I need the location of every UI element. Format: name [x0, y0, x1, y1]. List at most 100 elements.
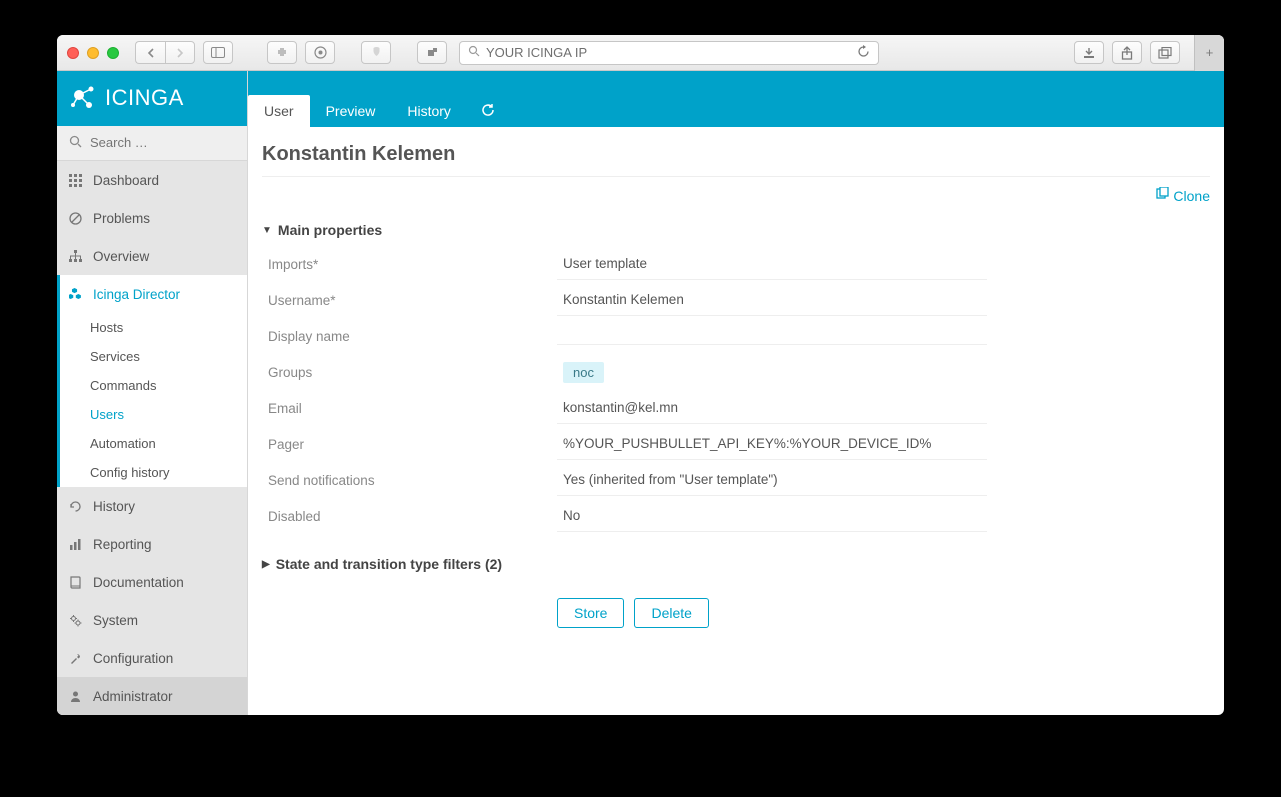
cubes-icon	[69, 288, 83, 301]
content: Konstantin Kelemen Clone ▼ Main properti…	[248, 127, 1224, 715]
value-pager[interactable]: %YOUR_PUSHBULLET_API_KEY%:%YOUR_DEVICE_I…	[557, 428, 987, 460]
brand-text: ICINGA	[105, 85, 184, 111]
clone-link[interactable]: Clone	[1155, 187, 1210, 204]
value-display-name[interactable]	[557, 328, 987, 345]
sidebar-item-overview[interactable]: Overview	[57, 237, 247, 275]
sidebar-toggle-button[interactable]	[203, 41, 233, 64]
browser-titlebar: YOUR ICINGA IP +	[57, 35, 1224, 71]
tab-history[interactable]: History	[391, 95, 467, 127]
main-properties-form: Imports* User template Username* Konstan…	[262, 246, 1210, 534]
sidebar-search[interactable]	[57, 126, 247, 161]
sidebar-item-problems[interactable]: Problems	[57, 199, 247, 237]
label-send-notifications: Send notifications	[262, 465, 557, 496]
sidebar-item-label: System	[93, 613, 138, 628]
section-filters[interactable]: ▶ State and transition type filters (2)	[262, 548, 1210, 580]
privacy-button[interactable]	[361, 41, 391, 64]
sidebar-item-label: Overview	[93, 249, 149, 264]
sidebar-item-label: Icinga Director	[93, 287, 180, 302]
row-groups: Groups noc	[262, 354, 1210, 390]
reload-icon[interactable]	[857, 45, 870, 61]
subnav-hosts[interactable]: Hosts	[60, 313, 247, 342]
tabs-bar: User Preview History	[248, 71, 1224, 127]
browser-window: YOUR ICINGA IP +	[57, 35, 1224, 715]
tab-preview[interactable]: Preview	[310, 95, 392, 127]
row-username: Username* Konstantin Kelemen	[262, 282, 1210, 318]
label-disabled: Disabled	[262, 501, 557, 532]
row-disabled: Disabled No	[262, 498, 1210, 534]
plugin-button[interactable]	[417, 41, 447, 64]
subnav-config-history[interactable]: Config history	[60, 458, 247, 487]
close-window-button[interactable]	[67, 47, 79, 59]
subnav-services[interactable]: Services	[60, 342, 247, 371]
form-buttons: Store Delete	[557, 598, 1210, 628]
value-send-notifications[interactable]: Yes (inherited from "User template")	[557, 464, 987, 496]
new-tab-button[interactable]: +	[1194, 35, 1224, 71]
sidebar-item-label: Reporting	[93, 537, 152, 552]
director-subnav: Hosts Services Commands Users Automation…	[57, 313, 247, 487]
download-button[interactable]	[1074, 41, 1104, 64]
value-disabled[interactable]: No	[557, 500, 987, 532]
nav-back-forward	[135, 41, 195, 64]
sidebar-item-dashboard[interactable]: Dashboard	[57, 161, 247, 199]
section-main-properties[interactable]: ▼ Main properties	[262, 214, 1210, 246]
app: ICINGA Dashboard Problems	[57, 71, 1224, 715]
share-button[interactable]	[1112, 41, 1142, 64]
sidebar-item-administrator[interactable]: Administrator	[57, 677, 247, 715]
sidebar-item-label: Administrator	[93, 689, 173, 704]
sidebar-item-configuration[interactable]: Configuration	[57, 639, 247, 677]
forward-button[interactable]	[165, 41, 195, 64]
store-button[interactable]: Store	[557, 598, 624, 628]
wrench-icon	[69, 652, 83, 665]
adblock-button[interactable]	[305, 41, 335, 64]
main-nav: Dashboard Problems Overview Icinga Direc…	[57, 161, 247, 313]
history-icon	[69, 500, 83, 513]
label-display-name: Display name	[262, 321, 557, 352]
subnav-automation[interactable]: Automation	[60, 429, 247, 458]
tab-refresh[interactable]	[467, 95, 509, 127]
tab-user[interactable]: User	[248, 95, 310, 127]
refresh-icon	[481, 103, 495, 120]
page-title: Konstantin Kelemen	[262, 137, 1210, 177]
group-tag[interactable]: noc	[563, 362, 604, 383]
value-imports[interactable]: User template	[557, 248, 987, 280]
sidebar-item-documentation[interactable]: Documentation	[57, 563, 247, 601]
sidebar-item-reporting[interactable]: Reporting	[57, 525, 247, 563]
caret-right-icon: ▶	[262, 559, 270, 570]
minimize-window-button[interactable]	[87, 47, 99, 59]
row-send-notifications: Send notifications Yes (inherited from "…	[262, 462, 1210, 498]
label-pager: Pager	[262, 429, 557, 460]
gears-icon	[69, 614, 83, 627]
bar-chart-icon	[69, 538, 83, 551]
sidebar-item-system[interactable]: System	[57, 601, 247, 639]
sidebar: ICINGA Dashboard Problems	[57, 71, 248, 715]
sidebar-item-history[interactable]: History	[57, 487, 247, 525]
extensions-button[interactable]	[267, 41, 297, 64]
sitemap-icon	[69, 250, 83, 263]
brand: ICINGA	[57, 71, 247, 126]
window-controls	[67, 47, 119, 59]
sidebar-item-label: History	[93, 499, 135, 514]
sidebar-item-label: Dashboard	[93, 173, 159, 188]
delete-button[interactable]: Delete	[634, 598, 708, 628]
main: User Preview History Konstantin Kelemen	[248, 71, 1224, 715]
book-icon	[69, 576, 83, 589]
tabs-button[interactable]	[1150, 41, 1180, 64]
row-imports: Imports* User template	[262, 246, 1210, 282]
value-username[interactable]: Konstantin Kelemen	[557, 284, 987, 316]
subnav-commands[interactable]: Commands	[60, 371, 247, 400]
row-email: Email konstantin@kel.mn	[262, 390, 1210, 426]
back-button[interactable]	[135, 41, 165, 64]
value-email[interactable]: konstantin@kel.mn	[557, 392, 987, 424]
url-text: YOUR ICINGA IP	[486, 45, 587, 60]
user-icon	[69, 690, 83, 703]
url-bar[interactable]: YOUR ICINGA IP	[459, 41, 879, 65]
grid-icon	[69, 174, 83, 187]
cancel-icon	[69, 212, 83, 225]
zoom-window-button[interactable]	[107, 47, 119, 59]
search-input[interactable]	[90, 135, 266, 150]
value-groups[interactable]: noc	[557, 357, 987, 388]
caret-down-icon: ▼	[262, 225, 272, 236]
sidebar-item-icinga-director[interactable]: Icinga Director	[57, 275, 247, 313]
row-display-name: Display name	[262, 318, 1210, 354]
subnav-users[interactable]: Users	[60, 400, 247, 429]
